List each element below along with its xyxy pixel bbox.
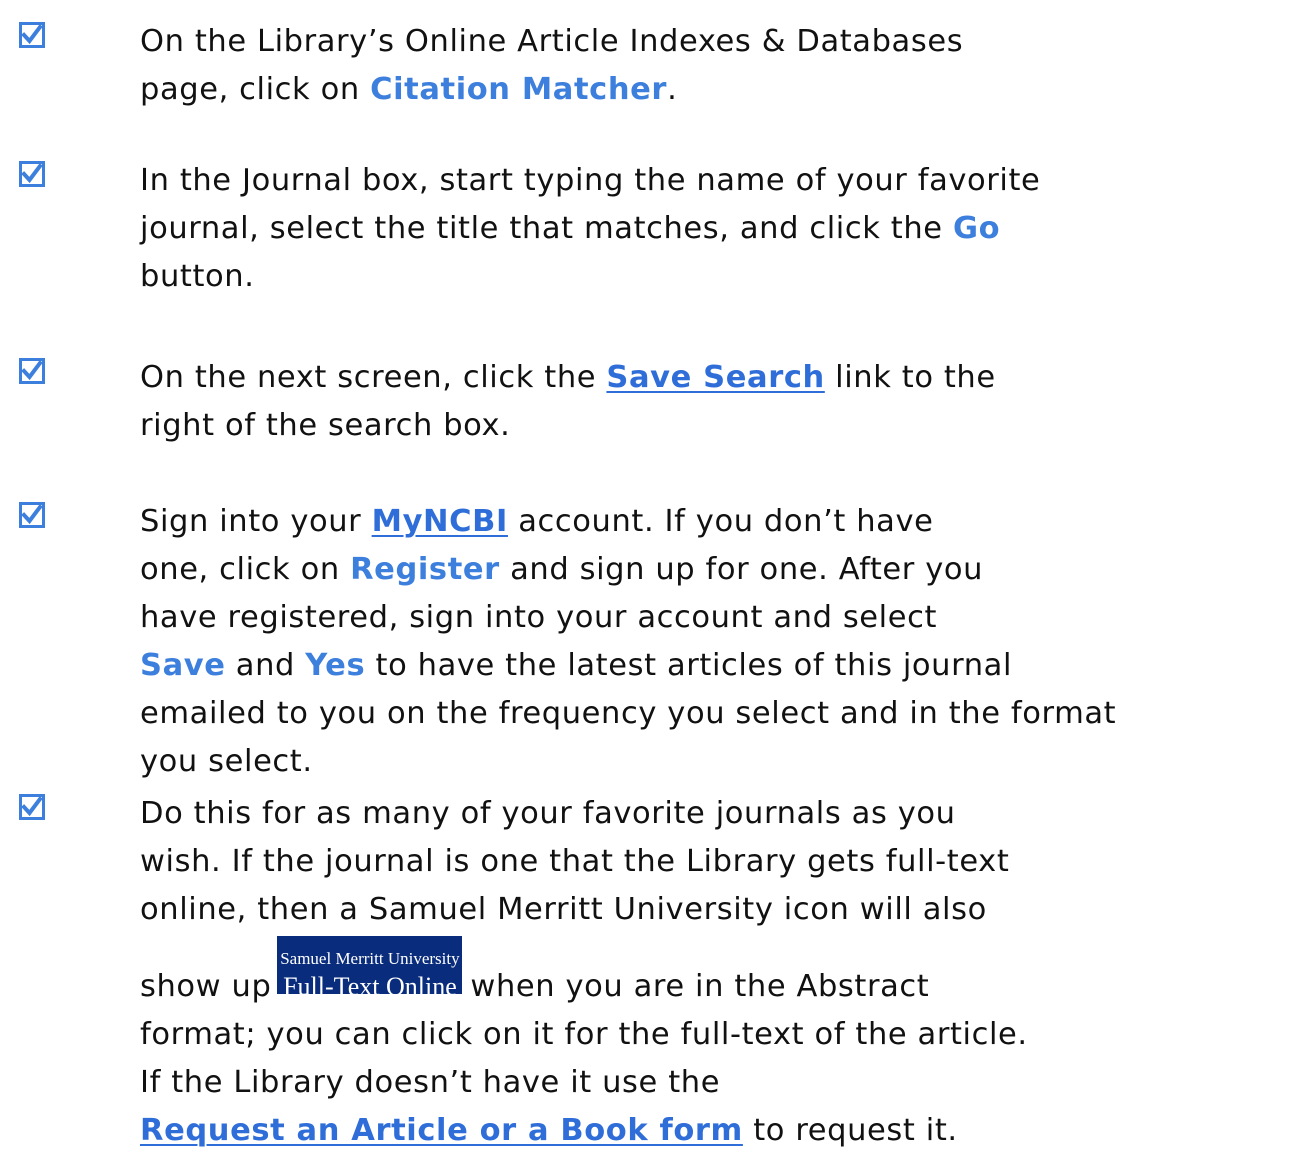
badge-full-text-label: Full-Text Online bbox=[283, 972, 457, 1001]
step-4-text: Sign into your MyNCBI account. If you do… bbox=[140, 498, 1300, 786]
checked-checkbox-icon bbox=[19, 502, 45, 528]
save-search-link[interactable]: Save Search bbox=[606, 360, 824, 395]
step-text-line: On the next screen, click the Save Searc… bbox=[140, 354, 1300, 402]
step-text: one, click on bbox=[140, 552, 351, 587]
step-text-line: Sign into your MyNCBI account. If you do… bbox=[140, 498, 1300, 546]
citation-matcher-label: Citation Matcher bbox=[370, 72, 668, 107]
step-text-line: have registered, sign into your account … bbox=[140, 600, 938, 635]
instructions-page: On the Library’s Online Article Indexes … bbox=[0, 0, 1307, 1175]
step-text: Sign into your bbox=[140, 504, 372, 539]
step-text: and sign up for one. After you bbox=[499, 552, 984, 587]
register-label: Register bbox=[350, 552, 500, 587]
step-text-line: right of the search box. bbox=[140, 408, 511, 443]
full-text-online-badge[interactable]: Samuel Merritt University Full-Text Onlin… bbox=[277, 936, 463, 1001]
step-text-line: In the Journal box, start typing the nam… bbox=[140, 163, 1041, 198]
step-5-text: Do this for as many of your favorite jou… bbox=[140, 790, 1300, 1155]
step-text-line: Do this for as many of your favorite jou… bbox=[140, 796, 956, 831]
step-text-line: Save and Yes to have the latest articles… bbox=[140, 642, 1300, 690]
step-text-line: button. bbox=[140, 259, 255, 294]
step-text-line: wish. If the journal is one that the Lib… bbox=[140, 844, 1010, 879]
step-text-line: On the Library’s Online Article Indexes … bbox=[140, 24, 964, 59]
step-text-line: show up Samuel Merritt University Full-Tex… bbox=[140, 936, 1300, 1011]
step-2-text: In the Journal box, start typing the nam… bbox=[140, 157, 1300, 301]
yes-label: Yes bbox=[305, 648, 366, 683]
step-text: when you are in the Abstract bbox=[470, 969, 930, 1004]
checked-checkbox-icon bbox=[19, 794, 45, 820]
step-text-line: If the Library doesn’t have it use the bbox=[140, 1065, 721, 1100]
step-text-line: online, then a Samuel Merritt University… bbox=[140, 892, 987, 927]
checked-checkbox-icon bbox=[19, 358, 45, 384]
request-article-link[interactable]: Request an Article or a Book form bbox=[140, 1113, 743, 1148]
step-text-line: journal, select the title that matches, … bbox=[140, 205, 1300, 253]
step-text: account. If you don’t have bbox=[507, 504, 934, 539]
badge-university-name: Samuel Merritt University bbox=[280, 949, 460, 968]
checked-checkbox-icon bbox=[19, 22, 45, 48]
step-text-line: page, click on Citation Matcher. bbox=[140, 66, 1300, 114]
step-text-line: you select. bbox=[140, 744, 313, 779]
step-text: journal, select the title that matches, … bbox=[140, 211, 953, 246]
step-text: and bbox=[225, 648, 306, 683]
step-text: to request it. bbox=[742, 1113, 958, 1148]
step-text: to have the latest articles of this jour… bbox=[365, 648, 1013, 683]
go-button-label: Go bbox=[952, 211, 1001, 246]
step-3-text: On the next screen, click the Save Searc… bbox=[140, 354, 1300, 450]
myncbi-link[interactable]: MyNCBI bbox=[372, 504, 508, 539]
checked-checkbox-icon bbox=[19, 161, 45, 187]
step-text: show up bbox=[140, 969, 272, 1004]
step-text: page, click on bbox=[140, 72, 371, 107]
step-text-line: format; you can click on it for the full… bbox=[140, 1017, 1028, 1052]
step-text-line: one, click on Register and sign up for o… bbox=[140, 546, 1300, 594]
step-text: On the next screen, click the bbox=[140, 360, 607, 395]
step-text-line: Request an Article or a Book form to req… bbox=[140, 1107, 1300, 1155]
step-text-line: emailed to you on the frequency you sele… bbox=[140, 696, 1117, 731]
step-text: link to the bbox=[824, 360, 996, 395]
step-1-text: On the Library’s Online Article Indexes … bbox=[140, 18, 1300, 114]
save-label: Save bbox=[140, 648, 226, 683]
step-text: . bbox=[667, 72, 678, 107]
